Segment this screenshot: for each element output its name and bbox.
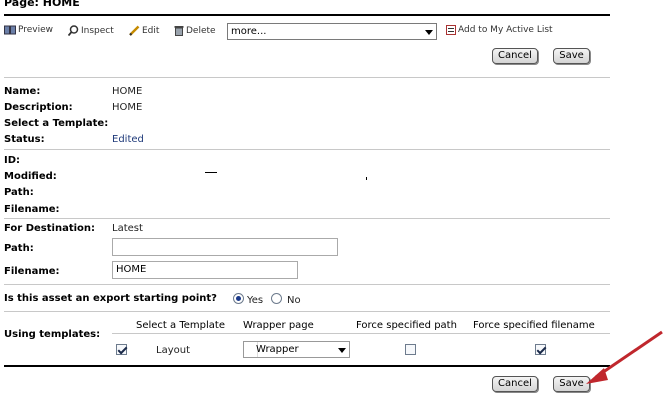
cancel-button-top[interactable]: Cancel <box>492 48 538 64</box>
redacted-mark <box>366 177 367 180</box>
delete-button[interactable]: Delete <box>174 25 216 36</box>
wrapper-page-select[interactable]: Wrapper <box>243 341 350 358</box>
page-title: Page: HOME <box>4 0 80 9</box>
magnifier-icon <box>68 25 79 36</box>
save-button-top[interactable]: Save <box>553 48 590 64</box>
path-label: Path: <box>4 187 34 198</box>
cancel-button[interactable]: Cancel <box>492 376 538 392</box>
modified-label: Modified: <box>4 171 57 182</box>
destination-path-label: Path: <box>4 243 34 254</box>
path-input[interactable] <box>112 238 338 256</box>
edit-button[interactable]: Edit <box>129 25 159 36</box>
section-divider <box>4 311 610 312</box>
list-icon <box>446 25 456 35</box>
export-yes-label: Yes <box>247 295 264 306</box>
preview-button[interactable]: Preview <box>4 25 53 35</box>
status-value: Edited <box>112 134 144 145</box>
force-filename-checkbox[interactable] <box>535 344 546 355</box>
inspect-button[interactable]: Inspect <box>68 25 114 36</box>
filename-input[interactable]: HOME <box>112 261 298 279</box>
add-to-active-list-button[interactable]: Add to My Active List <box>446 25 553 35</box>
title-divider <box>4 14 610 16</box>
column-header-wrapper: Wrapper page <box>243 320 314 331</box>
description-label: Description: <box>4 102 73 113</box>
bottom-divider <box>4 365 610 367</box>
destination-filename-label: Filename: <box>4 266 60 277</box>
export-yes-radio[interactable] <box>233 293 244 304</box>
description-value: HOME <box>112 102 143 113</box>
column-header-template: Select a Template <box>136 320 225 331</box>
filename-label: Filename: <box>4 204 60 215</box>
section-divider <box>4 284 610 285</box>
export-no-label: No <box>287 295 301 306</box>
section-divider <box>4 149 610 150</box>
name-value: HOME <box>112 86 143 97</box>
select-template-label: Select a Template: <box>4 118 109 129</box>
destination-value: Latest <box>112 223 143 234</box>
section-divider <box>4 77 610 78</box>
trash-icon <box>174 26 184 36</box>
destination-label: For Destination: <box>4 223 96 234</box>
column-header-force-filename: Force specified filename <box>473 320 595 331</box>
export-no-radio[interactable] <box>271 293 282 304</box>
preview-icon <box>4 25 16 35</box>
id-label: ID: <box>4 155 21 166</box>
annotation-arrow-icon <box>586 330 663 384</box>
redacted-mark <box>205 172 217 173</box>
status-label: Status: <box>4 134 45 145</box>
pencil-icon <box>129 25 140 36</box>
template-select-checkbox[interactable] <box>116 344 127 355</box>
chevron-down-icon <box>425 30 433 35</box>
force-path-checkbox[interactable] <box>405 344 416 355</box>
template-name: Layout <box>156 345 190 356</box>
chevron-down-icon <box>338 348 346 353</box>
section-divider <box>4 218 610 219</box>
export-question: Is this asset an export starting point? <box>4 293 217 304</box>
column-header-force-path: Force specified path <box>356 320 457 331</box>
using-templates-label: Using templates: <box>4 329 101 340</box>
name-label: Name: <box>4 86 41 97</box>
more-actions-select[interactable]: more... <box>227 23 437 40</box>
table-header-divider <box>112 333 610 334</box>
